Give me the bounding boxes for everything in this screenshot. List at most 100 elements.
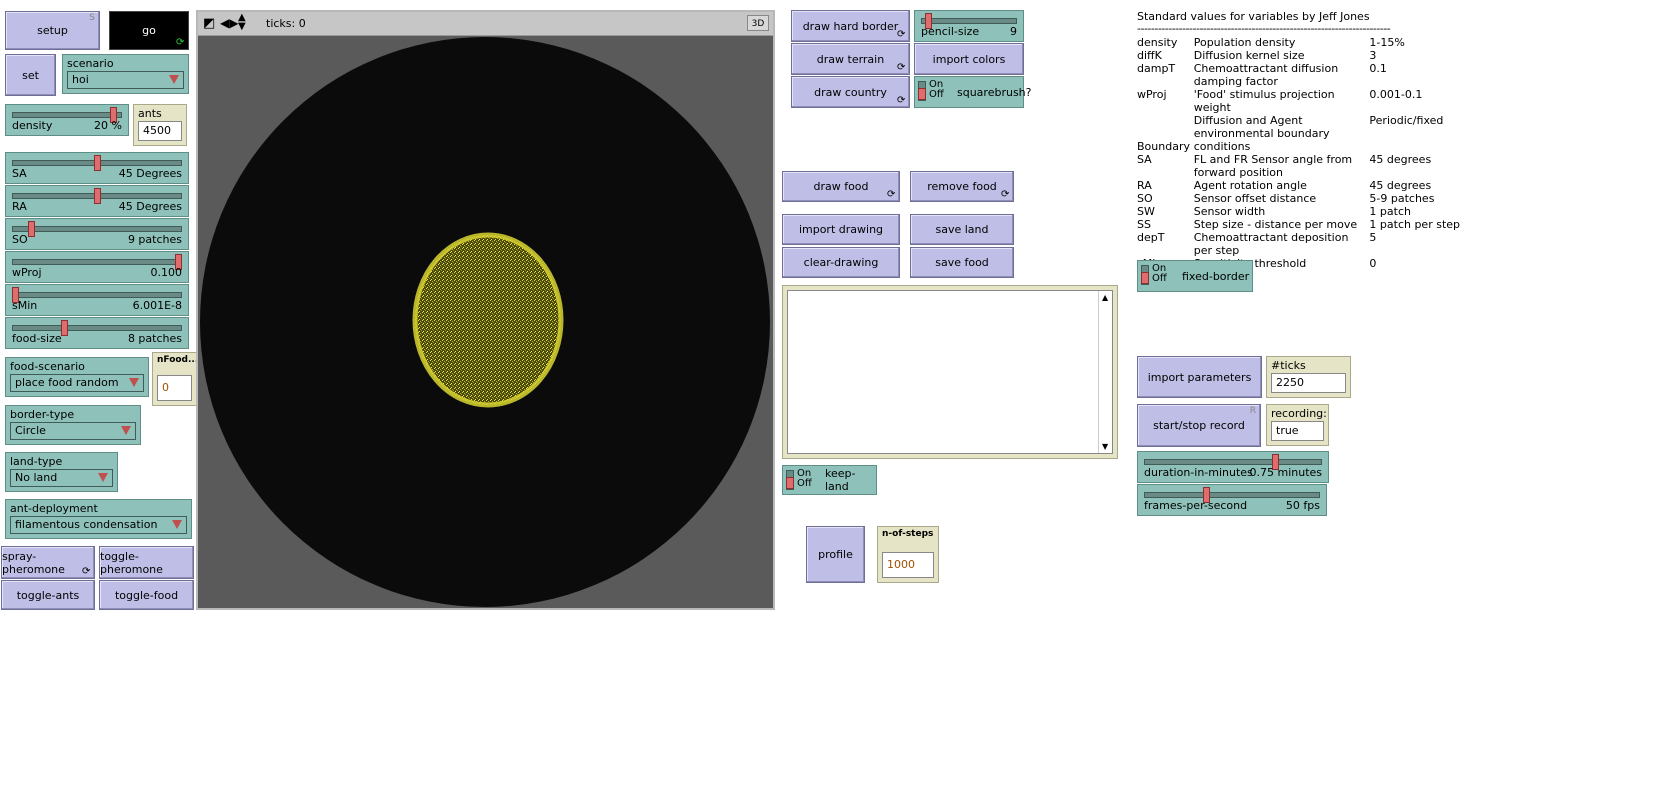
forever-icon: ⟳ xyxy=(1001,189,1010,200)
switch-knob[interactable] xyxy=(1141,272,1149,284)
horizontal-arrows-icon[interactable]: ◀▶ xyxy=(220,16,238,30)
ticks-recording-input[interactable]: #ticks recording: 2250 xyxy=(1266,356,1351,398)
import-colors-label: import colors xyxy=(932,52,1006,66)
edit-icon[interactable]: ◩ xyxy=(203,16,215,31)
scenario-value: hoi xyxy=(72,73,89,86)
switch-state: On Off xyxy=(797,469,812,489)
world-view[interactable]: ◩ ◀▶ ▲ ▼ ticks: 0 3D xyxy=(196,10,775,610)
food-size-label: food-size xyxy=(12,332,62,345)
border-type-chooser[interactable]: border-type Circle xyxy=(5,405,141,445)
variable-row: RA Agent rotation angle 45 degrees xyxy=(1137,179,1477,192)
draw-hard-border-label: draw hard border xyxy=(802,19,899,33)
border-type-label: border-type xyxy=(10,408,75,421)
toggle-food-button[interactable]: toggle-food xyxy=(99,580,194,610)
food-scenario-chooser[interactable]: food-scenario place food random xyxy=(5,357,149,397)
slider-track xyxy=(12,112,122,118)
scroll-down-icon[interactable]: ▼ xyxy=(1102,442,1108,451)
scrollbar[interactable]: ▲ ▼ xyxy=(1098,291,1112,453)
output-area[interactable]: ▲ ▼ xyxy=(782,285,1118,459)
setup-button[interactable]: setup S xyxy=(5,11,100,50)
variable-value: 1 patch per step xyxy=(1369,218,1461,231)
import-parameters-button[interactable]: import parameters xyxy=(1137,356,1262,398)
switch-knob[interactable] xyxy=(918,88,926,100)
food-size-slider[interactable]: food-size 8 patches xyxy=(5,317,189,349)
nfood-label: nFood... xyxy=(157,355,199,365)
import-drawing-button[interactable]: import drawing xyxy=(782,214,900,245)
land-type-select[interactable]: No land xyxy=(10,469,113,487)
toggle-pheromone-button[interactable]: toggle-pheromone xyxy=(99,546,194,579)
ants-input[interactable]: ants 4500 xyxy=(133,104,187,146)
dropdown-arrow-icon xyxy=(172,520,182,529)
clear-drawing-button[interactable]: clear-drawing xyxy=(782,247,900,278)
sa-slider[interactable]: SA 45 Degrees xyxy=(5,152,189,184)
draw-country-label: draw country xyxy=(814,85,887,99)
profile-button[interactable]: profile xyxy=(806,526,865,583)
draw-terrain-button[interactable]: draw terrain ⟳ xyxy=(791,43,910,75)
slider-track xyxy=(1144,459,1322,465)
spray-pheromone-button[interactable]: spray-pheromone ⟳ xyxy=(1,546,95,579)
draw-country-button[interactable]: draw country ⟳ xyxy=(791,76,910,108)
border-type-select[interactable]: Circle xyxy=(10,422,136,440)
land-type-value: No land xyxy=(15,471,58,484)
n-of-steps-field[interactable]: 1000 xyxy=(882,552,934,578)
switch-knob[interactable] xyxy=(786,477,794,489)
pencil-size-slider[interactable]: pencil-size 9 xyxy=(914,10,1024,42)
slider-thumb[interactable] xyxy=(93,188,101,204)
output-text[interactable]: ▲ ▼ xyxy=(787,290,1113,454)
fps-label: frames-per-second xyxy=(1144,499,1248,512)
forever-icon: ⟳ xyxy=(897,29,906,40)
dropdown-arrow-icon xyxy=(98,473,108,482)
dropdown-arrow-icon xyxy=(169,75,179,84)
3d-button[interactable]: 3D xyxy=(747,15,769,31)
switch-track xyxy=(918,81,926,101)
draw-food-button[interactable]: draw food ⟳ xyxy=(782,171,900,202)
slider-track xyxy=(12,226,182,232)
slider-track xyxy=(921,18,1017,24)
fps-slider[interactable]: frames-per-second 50 fps xyxy=(1137,484,1327,516)
remove-food-button[interactable]: remove food ⟳ xyxy=(910,171,1014,202)
slider-thumb[interactable] xyxy=(28,221,36,237)
variable-value: 45 degrees xyxy=(1369,153,1432,166)
nfood-field[interactable]: 0 xyxy=(157,375,192,401)
start-stop-record-button[interactable]: start/stop record R xyxy=(1137,404,1261,447)
variable-var: SO xyxy=(1137,192,1153,205)
sa-label: SA xyxy=(12,167,27,180)
scenario-chooser[interactable]: scenario hoi xyxy=(62,54,189,94)
density-slider[interactable]: density 20 % xyxy=(5,104,129,136)
scroll-up-icon[interactable]: ▲ xyxy=(1102,293,1108,302)
wproj-slider[interactable]: wProj 0.100 xyxy=(5,251,189,283)
vertical-arrows-icon[interactable]: ▲ ▼ xyxy=(238,13,246,32)
border-type-value: Circle xyxy=(15,424,46,437)
smin-slider[interactable]: sMin 6.001E-8 xyxy=(5,284,189,316)
keep-land-switch[interactable]: On Off keep-land xyxy=(782,465,877,495)
fixed-border-switch[interactable]: On Off fixed-border xyxy=(1137,260,1253,292)
so-slider[interactable]: SO 9 patches xyxy=(5,218,189,250)
ticks-counter: ticks: 0 xyxy=(266,17,306,30)
set-button[interactable]: set xyxy=(5,54,56,96)
variable-row: SW Sensor width 1 patch xyxy=(1137,205,1477,218)
squarebrush-switch[interactable]: On Off squarebrush? xyxy=(914,76,1032,108)
save-land-button[interactable]: save land xyxy=(910,214,1014,245)
land-type-chooser[interactable]: land-type No land xyxy=(5,452,118,492)
save-food-button[interactable]: save food xyxy=(910,247,1014,278)
forever-icon: ⟳ xyxy=(897,95,906,106)
nfood-input[interactable]: nFood... 0 xyxy=(152,352,199,406)
import-colors-button[interactable]: import colors xyxy=(914,43,1024,75)
duration-slider[interactable]: duration-in-minutes 0.75 minutes xyxy=(1137,451,1329,483)
n-of-steps-input[interactable]: n-of-steps 1000 xyxy=(877,526,939,583)
go-button[interactable]: go ⟳ xyxy=(109,11,189,50)
ant-deployment-chooser[interactable]: ant-deployment filamentous condensation xyxy=(5,499,192,539)
ants-field[interactable]: 4500 xyxy=(138,121,182,141)
scenario-select[interactable]: hoi xyxy=(67,71,184,89)
toggle-ants-button[interactable]: toggle-ants xyxy=(1,580,95,610)
slider-thumb[interactable] xyxy=(93,155,101,171)
ant-deployment-select[interactable]: filamentous condensation xyxy=(10,516,187,534)
food-scenario-label: food-scenario xyxy=(10,360,85,373)
pencil-size-value: 9 xyxy=(1010,25,1017,38)
draw-hard-border-button[interactable]: draw hard border ⟳ xyxy=(791,10,910,42)
food-scenario-select[interactable]: place food random xyxy=(10,374,144,392)
ticks-recording-field[interactable]: 2250 xyxy=(1271,373,1346,393)
smin-value: 6.001E-8 xyxy=(132,299,182,312)
ra-slider[interactable]: RA 45 Degrees xyxy=(5,185,189,217)
variable-value: Periodic/fixed xyxy=(1369,114,1444,127)
